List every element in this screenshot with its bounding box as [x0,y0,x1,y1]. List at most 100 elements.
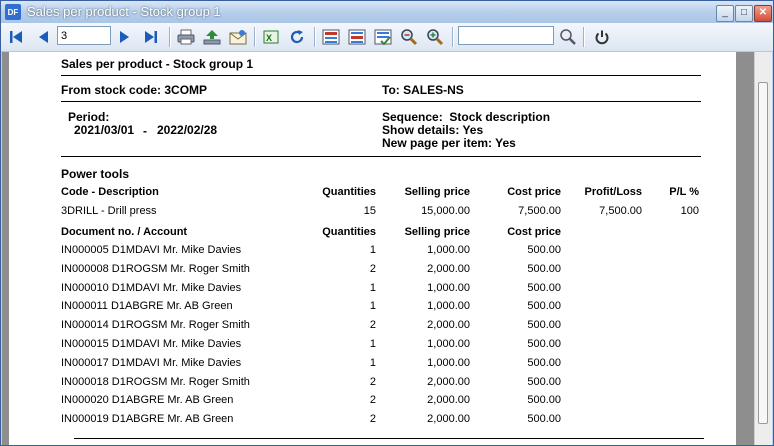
row-quantity: 2 [369,263,376,275]
row-quantity: 2 [369,319,376,331]
from-label: From stock code: [61,83,162,97]
item-code-description: 3DRILL - Drill press [61,205,157,217]
sequence-line: Sequence: Stock description [382,110,550,124]
row-quantity: 2 [369,394,376,406]
print-icon[interactable] [175,26,197,48]
col-code-description: Code - Description [61,186,159,198]
new-page-line: New page per item: Yes [382,136,516,150]
prev-page-icon[interactable] [32,26,54,48]
col-quantities: Quantities [322,186,376,198]
row-cost-price: 500.00 [527,282,561,294]
row-selling-price: 2,000.00 [427,394,470,406]
group-title: Power tools [61,167,130,181]
row-document-account: IN000020 D1ABGRE Mr. AB Green [61,394,234,406]
refresh-icon[interactable] [286,26,308,48]
report-title: Sales per product - Stock group 1 [61,57,254,71]
show-details-value: Yes [462,123,484,137]
row-selling-price: 1,000.00 [427,300,470,312]
sequence-label: Sequence: [382,110,443,124]
first-page-icon[interactable] [5,26,27,48]
row-document-account: IN000010 D1MDAVI Mr. Mike Davies [61,282,242,294]
col-detail-cost-price: Cost price [507,226,561,238]
toolbar-separator [254,27,256,47]
scrollbar-thumb[interactable] [758,82,768,424]
close-button[interactable]: ✕ [754,5,772,22]
divider [61,75,701,76]
export-excel-icon[interactable]: X [260,26,282,48]
email-icon[interactable] [227,26,249,48]
row-cost-price: 500.00 [527,300,561,312]
col-detail-quantities: Quantities [322,226,376,238]
minimize-button[interactable]: _ [716,5,734,22]
layout-1-icon[interactable] [320,26,342,48]
toolbar-separator [314,27,316,47]
col-selling-price: Selling price [404,186,470,198]
maximize-button[interactable]: □ [735,5,753,22]
toolbar: 3 X [1,23,773,52]
col-document-account: Document no. / Account [61,226,188,238]
row-cost-price: 500.00 [527,319,561,331]
new-page-label: New page per item: [382,136,493,150]
row-cost-price: 500.00 [527,413,561,425]
close-report-icon[interactable] [591,26,613,48]
layout-3-icon[interactable] [372,26,394,48]
title-bar[interactable]: DF Sales per product - Stock group 1 _ □… [1,1,773,23]
row-cost-price: 500.00 [527,394,561,406]
row-selling-price: 2,000.00 [427,413,470,425]
row-document-account: IN000014 D1ROGSM Mr. Roger Smith [61,319,250,331]
row-selling-price: 1,000.00 [427,338,470,350]
row-document-account: IN000005 D1MDAVI Mr. Mike Davies [61,244,242,256]
row-quantity: 2 [369,376,376,388]
divider [61,156,701,157]
next-page-icon[interactable] [114,26,136,48]
row-quantity: 1 [369,338,376,350]
col-detail-selling-price: Selling price [404,226,470,238]
to-label: To: [382,83,400,97]
zoom-in-icon[interactable] [424,26,446,48]
item-pl-percent: 100 [680,205,699,217]
row-document-account: IN000015 D1MDAVI Mr. Mike Davies [61,338,242,350]
toolbar-separator [583,27,585,47]
to-stock-label: To: SALES-NS [382,83,464,97]
export-icon[interactable] [201,26,223,48]
toolbar-separator [169,27,171,47]
period-dash: - [143,124,147,138]
window-title: Sales per product - Stock group 1 [27,4,221,19]
page-number-input[interactable]: 3 [57,26,111,45]
row-document-account: IN000011 D1ABGRE Mr. AB Green [61,300,233,312]
row-selling-price: 2,000.00 [427,376,470,388]
item-selling-price: 15,000.00 [421,205,470,217]
search-icon[interactable] [557,26,579,48]
row-quantity: 2 [369,413,376,425]
layout-2-icon[interactable] [346,26,368,48]
divider [74,438,704,439]
new-page-value: Yes [495,136,516,150]
row-document-account: IN000017 D1MDAVI Mr. Mike Davies [61,357,242,369]
row-quantity: 1 [369,244,376,256]
report-window: DF Sales per product - Stock group 1 _ □… [0,0,774,446]
row-quantity: 1 [369,300,376,312]
sequence-value: Stock description [449,110,551,124]
report-viewer: Sales per product - Stock group 1 From s… [2,52,772,445]
app-icon: DF [5,4,21,20]
row-cost-price: 500.00 [527,263,561,275]
row-cost-price: 500.00 [527,357,561,369]
period-from: 2021/03/01 [74,123,135,137]
zoom-out-icon[interactable] [398,26,420,48]
last-page-icon[interactable] [140,26,162,48]
item-profit-loss: 7,500.00 [599,205,642,217]
report-page: Sales per product - Stock group 1 From s… [9,52,736,445]
row-cost-price: 500.00 [527,244,561,256]
row-selling-price: 2,000.00 [427,319,470,331]
period-label: Period: [68,110,110,124]
search-input[interactable] [458,26,554,45]
from-stock-label: From stock code: 3COMP [61,83,207,97]
row-document-account: IN000008 D1ROGSM Mr. Roger Smith [61,263,250,275]
item-cost-price: 7,500.00 [518,205,561,217]
row-quantity: 1 [369,357,376,369]
row-selling-price: 1,000.00 [427,357,470,369]
period-to: 2022/02/28 [157,123,218,137]
col-profit-loss: Profit/Loss [584,186,642,198]
item-quantities: 15 [363,205,376,217]
row-cost-price: 500.00 [527,338,561,350]
